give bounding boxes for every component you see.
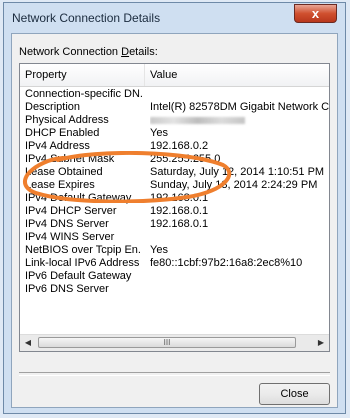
property-cell: Lease Obtained [25, 166, 103, 178]
details-caption: Network Connection Details: [19, 46, 158, 58]
table-row[interactable]: IPv6 Default Gateway [20, 270, 329, 283]
value-cell: 192.168.0.1 [150, 218, 209, 230]
table-row[interactable]: Link-local IPv6 Address fe80::1cbf:97b2:1… [20, 257, 329, 270]
property-cell: IPv4 DNS Server [25, 218, 109, 230]
table-row[interactable]: IPv4 WINS Server [20, 231, 329, 244]
column-header-value[interactable]: Value [145, 64, 329, 86]
table-row[interactable]: Description Intel(R) 82578DM Gigabit Netw… [20, 101, 329, 114]
property-cell: Connection-specific DN... [25, 88, 142, 100]
table-row[interactable]: DHCP Enabled Yes [20, 127, 329, 140]
property-cell: IPv4 DHCP Server [25, 205, 117, 217]
dialog-content: Network Connection Details: Property Val… [11, 33, 338, 408]
redacted-mac-address [150, 117, 245, 124]
title-bar[interactable]: Network Connection Details x [4, 3, 345, 33]
horizontal-scrollbar[interactable]: ◀ III ▶ [20, 334, 329, 351]
window-title: Network Connection Details [12, 11, 161, 25]
table-row[interactable]: IPv4 DNS Server 192.168.0.1 [20, 218, 329, 231]
details-listview[interactable]: Property Value Connection-specific DN...… [19, 63, 330, 352]
window-close-button[interactable]: x [294, 4, 337, 23]
close-button[interactable]: Close [259, 383, 330, 405]
scroll-thumb[interactable]: III [38, 337, 296, 348]
value-cell: Yes [150, 127, 168, 139]
value-cell: fe80::1cbf:97b2:16a8:2ec8%10 [150, 257, 303, 269]
value-cell: Saturday, July 12, 2014 1:10:51 PM [150, 166, 325, 178]
table-row[interactable]: IPv6 DNS Server [20, 283, 329, 296]
table-row[interactable]: IPv4 DHCP Server 192.168.0.1 [20, 205, 329, 218]
table-row[interactable]: Physical Address [20, 114, 329, 127]
scroll-right-button[interactable]: ▶ [313, 335, 329, 351]
table-row[interactable]: IPv4 Default Gateway 192.168.0.1 [20, 192, 329, 205]
value-cell: Intel(R) 82578DM Gigabit Network Conne [150, 101, 330, 113]
value-cell: 192.168.0.2 [150, 140, 209, 152]
value-cell: 255.255.255.0 [150, 153, 221, 165]
property-cell: IPv6 Default Gateway [25, 270, 132, 282]
value-cell: Yes [150, 244, 168, 256]
table-row[interactable]: IPv4 Subnet Mask 255.255.255.0 [20, 153, 329, 166]
property-cell: Link-local IPv6 Address [25, 257, 140, 269]
table-row[interactable]: Lease Expires Sunday, July 13, 2014 2:24:… [20, 179, 329, 192]
value-cell: 192.168.0.1 [150, 192, 209, 204]
value-cell [150, 114, 329, 128]
value-cell: 192.168.0.1 [150, 205, 209, 217]
value-cell: Sunday, July 13, 2014 2:24:29 PM [150, 179, 318, 191]
property-cell: DHCP Enabled [25, 127, 100, 139]
property-cell: IPv4 Subnet Mask [25, 153, 115, 165]
table-row[interactable]: Lease Obtained Saturday, July 12, 2014 1:… [20, 166, 329, 179]
property-cell: IPv4 WINS Server [25, 231, 115, 243]
property-cell: Lease Expires [25, 179, 95, 191]
property-cell: IPv4 Default Gateway [25, 192, 132, 204]
column-header-property[interactable]: Property [20, 64, 145, 86]
property-cell: IPv6 DNS Server [25, 283, 109, 295]
property-cell: Description [25, 101, 81, 113]
dialog-window: Network Connection Details x Network Con… [3, 2, 346, 414]
separator [19, 372, 330, 376]
scroll-left-button[interactable]: ◀ [20, 335, 36, 351]
table-row[interactable]: IPv4 Address 192.168.0.2 [20, 140, 329, 153]
property-cell: IPv4 Address [25, 140, 90, 152]
list-rows: Connection-specific DN... Description Inte… [20, 88, 329, 296]
property-cell: Physical Address [25, 114, 109, 126]
property-cell: NetBIOS over Tcpip En... [25, 244, 142, 256]
table-row[interactable]: NetBIOS over Tcpip En... Yes [20, 244, 329, 257]
list-header: Property Value [20, 64, 329, 87]
table-row[interactable]: Connection-specific DN... [20, 88, 329, 101]
